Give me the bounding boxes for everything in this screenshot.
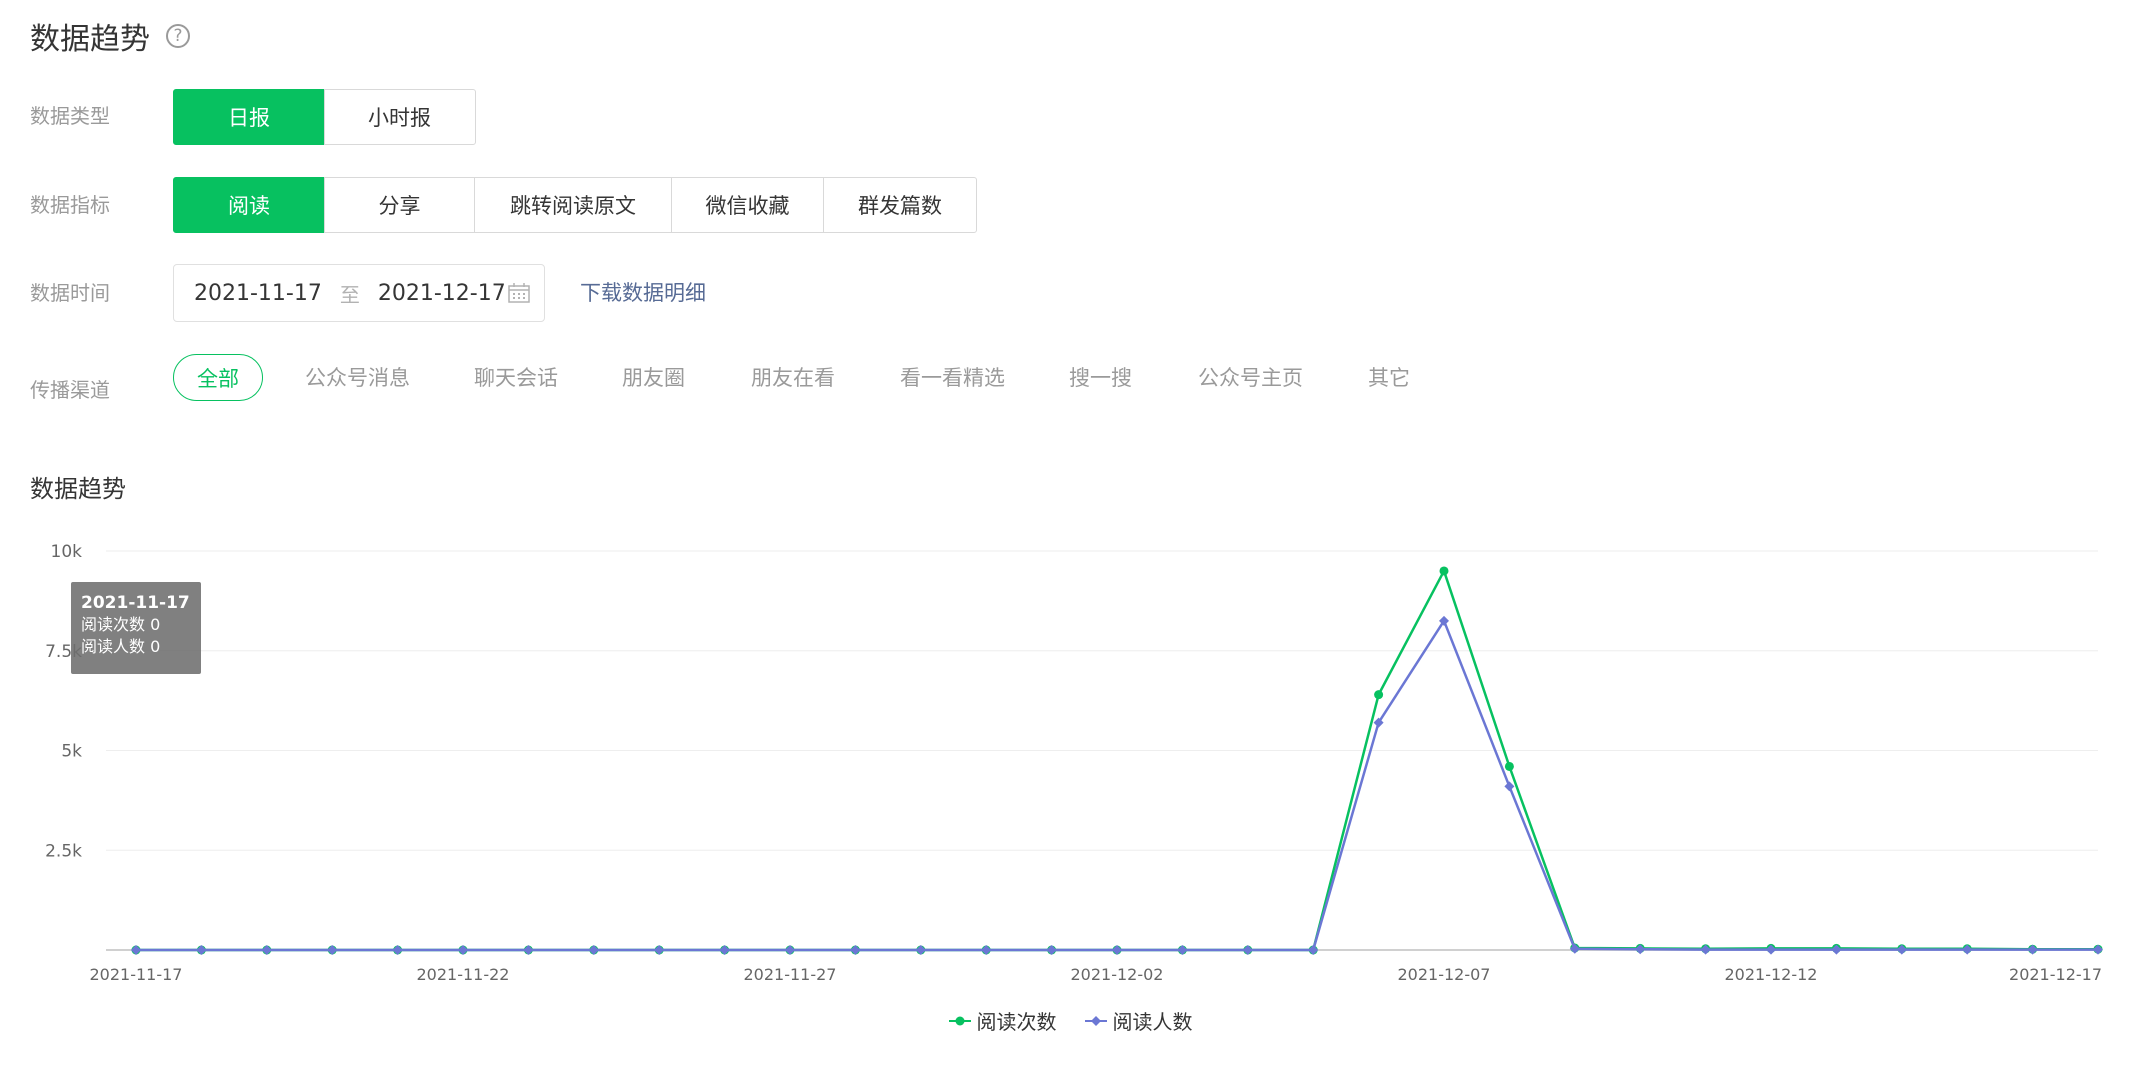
tooltip-line-1-value: 0 xyxy=(150,615,161,634)
data-point-readers xyxy=(719,945,730,955)
data-point-reads xyxy=(1439,566,1449,576)
data-point-readers xyxy=(850,945,861,955)
metric-posts-button[interactable]: 群发篇数 xyxy=(823,177,977,233)
help-icon[interactable]: ? xyxy=(166,24,190,48)
data-point-readers xyxy=(654,945,665,955)
data-type-label: 数据类型 xyxy=(30,104,110,128)
metric-original-link-button[interactable]: 跳转阅读原文 xyxy=(474,177,672,233)
data-point-reads xyxy=(1504,761,1514,771)
data-point-reads xyxy=(1374,690,1384,700)
channel-homepage-tab[interactable]: 公众号主页 xyxy=(1198,362,1303,392)
x-tick-label: 2021-12-07 xyxy=(1398,965,1491,984)
data-point-readers xyxy=(1242,945,1253,955)
channel-top-stories-tab[interactable]: 看一看精选 xyxy=(900,362,1005,392)
data-type-segmented: 日报 小时报 xyxy=(173,89,476,145)
trend-chart: 10k7.5k5k2.5k2021-11-17 2021-11-22 2021-11… xyxy=(45,542,2103,984)
tooltip-line-2-value: 0 xyxy=(150,637,161,656)
legend-marker-reads-icon xyxy=(948,1016,971,1025)
data-point-readers xyxy=(915,945,926,955)
data-point-readers xyxy=(1112,945,1122,955)
tooltip-line-2-label: 阅读人数 xyxy=(81,637,146,656)
y-tick-label: 10k xyxy=(51,542,83,562)
x-tick-label: 2021-11-27 xyxy=(744,965,837,984)
legend-item-readers[interactable]: 阅读人数 xyxy=(1084,1006,1193,1035)
data-point-readers xyxy=(523,945,534,955)
legend-marker-readers-icon xyxy=(1084,1015,1107,1026)
calendar-icon[interactable] xyxy=(508,283,530,303)
date-range-picker[interactable]: 2021-11-17 至 2021-12-17 xyxy=(173,264,545,322)
channel-official-message-tab[interactable]: 公众号消息 xyxy=(305,362,410,392)
page-title-text: 数据趋势 xyxy=(30,22,150,57)
data-point-readers xyxy=(327,945,338,955)
page: 数据趋势 ? 数据类型 日报 小时报 数据指标 阅读 分享 跳转阅读原文 微信收… xyxy=(0,0,2141,1067)
series-line-1 xyxy=(136,569,2098,952)
data-point-readers xyxy=(1504,781,1515,792)
channel-search-tab[interactable]: 搜一搜 xyxy=(1069,362,1132,392)
date-end[interactable]: 2021-12-17 xyxy=(378,281,506,306)
data-point-readers xyxy=(131,945,141,955)
tooltip-line-2: 阅读人数 0 xyxy=(81,636,191,658)
data-point-readers xyxy=(1308,945,1319,955)
y-tick-label: 5k xyxy=(61,742,82,762)
x-tick-label: 2021-12-17 xyxy=(2009,965,2102,984)
data-point-readers xyxy=(458,945,468,955)
x-tick-label: 2021-12-12 xyxy=(1725,965,1818,984)
data-type-hourly-button[interactable]: 小时报 xyxy=(323,89,476,145)
data-point-readers xyxy=(785,945,795,955)
tooltip-date: 2021-11-17 xyxy=(81,593,190,613)
tooltip-line-1: 阅读次数 0 xyxy=(81,614,191,636)
chart-tooltip: 2021-11-17 阅读次数 0 阅读人数 0 xyxy=(71,582,201,674)
data-point-readers xyxy=(261,945,272,955)
metric-favorite-button[interactable]: 微信收藏 xyxy=(670,177,825,233)
data-point-readers xyxy=(981,945,992,955)
x-tick-label: 2021-11-22 xyxy=(417,965,510,984)
data-point-readers xyxy=(1177,945,1188,955)
data-type-daily-button[interactable]: 日报 xyxy=(173,89,325,145)
date-start[interactable]: 2021-11-17 xyxy=(194,281,322,306)
data-point-readers xyxy=(2093,944,2103,955)
data-point-readers xyxy=(2027,944,2038,955)
x-tick-label: 2021-12-02 xyxy=(1071,965,1164,984)
channel-other-tab[interactable]: 其它 xyxy=(1368,362,1410,392)
metric-segmented: 阅读 分享 跳转阅读原文 微信收藏 群发篇数 xyxy=(173,177,977,233)
date-separator: 至 xyxy=(339,282,360,307)
channel-chat-tab[interactable]: 聊天会话 xyxy=(474,362,558,392)
download-data-link[interactable]: 下载数据明细 xyxy=(580,277,706,307)
legend-item-reads[interactable]: 阅读次数 xyxy=(948,1006,1057,1035)
data-point-readers xyxy=(196,945,207,955)
channel-all-tab[interactable]: 全部 xyxy=(173,354,263,401)
metric-label: 数据指标 xyxy=(30,193,110,217)
x-tick-label: 2021-11-17 xyxy=(90,965,183,984)
legend-label-readers: 阅读人数 xyxy=(1112,1010,1193,1034)
time-label: 数据时间 xyxy=(30,281,110,305)
y-tick-label: 2.5k xyxy=(45,841,82,861)
data-point-readers xyxy=(1046,945,1057,955)
legend-label-reads: 阅读次数 xyxy=(976,1010,1057,1034)
chart-section-title: 数据趋势 xyxy=(30,475,126,503)
data-point-readers xyxy=(588,945,599,955)
data-point-readers xyxy=(392,945,403,955)
metric-read-button[interactable]: 阅读 xyxy=(173,177,325,233)
metric-share-button[interactable]: 分享 xyxy=(323,177,476,233)
channel-moments-tab[interactable]: 朋友圈 xyxy=(622,362,685,392)
tooltip-line-1-label: 阅读次数 xyxy=(81,615,146,634)
channel-friends-watching-tab[interactable]: 朋友在看 xyxy=(751,362,835,392)
chart-legend: 阅读次数 阅读人数 xyxy=(0,1006,2141,1035)
channel-label: 传播渠道 xyxy=(30,378,110,402)
series-line-2 xyxy=(136,619,2098,952)
page-title: 数据趋势 ? xyxy=(30,14,190,58)
